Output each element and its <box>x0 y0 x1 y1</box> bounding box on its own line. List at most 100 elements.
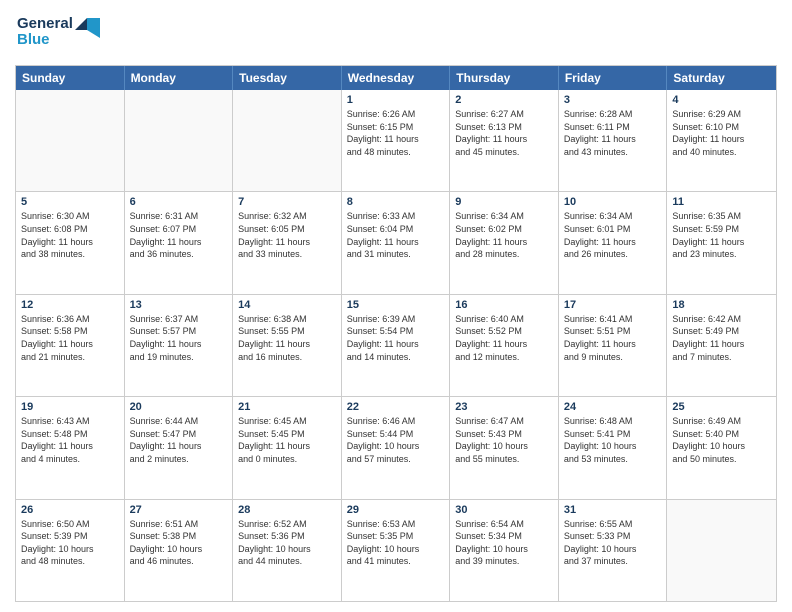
day-cell-2: 2Sunrise: 6:27 AM Sunset: 6:13 PM Daylig… <box>450 90 559 191</box>
logo: General Blue <box>15 10 105 57</box>
day-number: 8 <box>347 196 445 208</box>
day-number: 24 <box>564 401 662 413</box>
day-info: Sunrise: 6:33 AM Sunset: 6:04 PM Dayligh… <box>347 210 445 260</box>
day-info: Sunrise: 6:45 AM Sunset: 5:45 PM Dayligh… <box>238 415 336 465</box>
svg-text:General: General <box>17 15 73 32</box>
header-day-sunday: Sunday <box>16 66 125 90</box>
day-info: Sunrise: 6:44 AM Sunset: 5:47 PM Dayligh… <box>130 415 228 465</box>
day-cell-26: 26 Sunrise: 6:50 AM Sunset: 5:39 PM Dayli… <box>16 500 125 601</box>
calendar-body: 1Sunrise: 6:26 AM Sunset: 6:15 PM Daylig… <box>16 90 776 601</box>
day-info: Sunrise: 6:42 AM Sunset: 5:49 PM Dayligh… <box>672 313 771 363</box>
day-number: 21 <box>238 401 336 413</box>
day-cell-27: 27 Sunrise: 6:51 AM Sunset: 5:38 PM Dayli… <box>125 500 234 601</box>
day-info: Sunrise: 6:46 AM Sunset: 5:44 PM Dayligh… <box>347 415 445 465</box>
day-info: Sunrise: 6:52 AM Sunset: 5:36 PM Dayligh… <box>238 518 336 568</box>
day-number: 29 <box>347 504 445 516</box>
calendar: SundayMondayTuesdayWednesdayThursdayFrid… <box>15 65 777 602</box>
day-number: 23 <box>455 401 553 413</box>
svg-text:Blue: Blue <box>17 31 50 48</box>
day-number: 20 <box>130 401 228 413</box>
day-info: Sunrise: 6:54 AM Sunset: 5:34 PM Dayligh… <box>455 518 553 568</box>
day-number: 18 <box>672 299 771 311</box>
calendar-row-2: 5Sunrise: 6:30 AM Sunset: 6:08 PM Daylig… <box>16 191 776 293</box>
day-number: 27 <box>130 504 228 516</box>
day-cell-29: 29 Sunrise: 6:53 AM Sunset: 5:35 PM Dayli… <box>342 500 451 601</box>
day-number: 7 <box>238 196 336 208</box>
day-number: 10 <box>564 196 662 208</box>
day-number: 11 <box>672 196 771 208</box>
day-number: 30 <box>455 504 553 516</box>
day-number: 28 <box>238 504 336 516</box>
header-day-friday: Friday <box>559 66 668 90</box>
header: General Blue <box>15 10 777 57</box>
day-cell-30: 30 Sunrise: 6:54 AM Sunset: 5:34 PM Dayli… <box>450 500 559 601</box>
day-info: Sunrise: 6:41 AM Sunset: 5:51 PM Dayligh… <box>564 313 662 363</box>
calendar-header: SundayMondayTuesdayWednesdayThursdayFrid… <box>16 66 776 90</box>
day-cell-28: 28 Sunrise: 6:52 AM Sunset: 5:36 PM Dayli… <box>233 500 342 601</box>
empty-cell-r0c2 <box>233 90 342 191</box>
calendar-row-3: 12Sunrise: 6:36 AM Sunset: 5:58 PM Dayli… <box>16 294 776 396</box>
day-cell-12: 12Sunrise: 6:36 AM Sunset: 5:58 PM Dayli… <box>16 295 125 396</box>
day-info: Sunrise: 6:29 AM Sunset: 6:10 PM Dayligh… <box>672 108 771 158</box>
day-number: 1 <box>347 94 445 106</box>
calendar-row-1: 1Sunrise: 6:26 AM Sunset: 6:15 PM Daylig… <box>16 90 776 191</box>
day-info: Sunrise: 6:40 AM Sunset: 5:52 PM Dayligh… <box>455 313 553 363</box>
day-cell-4: 4Sunrise: 6:29 AM Sunset: 6:10 PM Daylig… <box>667 90 776 191</box>
day-cell-14: 14 Sunrise: 6:38 AM Sunset: 5:55 PM Dayli… <box>233 295 342 396</box>
day-info: Sunrise: 6:49 AM Sunset: 5:40 PM Dayligh… <box>672 415 771 465</box>
day-info: Sunrise: 6:32 AM Sunset: 6:05 PM Dayligh… <box>238 210 336 260</box>
day-number: 26 <box>21 504 119 516</box>
day-info: Sunrise: 6:34 AM Sunset: 6:01 PM Dayligh… <box>564 210 662 260</box>
day-cell-20: 20 Sunrise: 6:44 AM Sunset: 5:47 PM Dayli… <box>125 397 234 498</box>
day-info: Sunrise: 6:51 AM Sunset: 5:38 PM Dayligh… <box>130 518 228 568</box>
day-number: 5 <box>21 196 119 208</box>
day-cell-1: 1Sunrise: 6:26 AM Sunset: 6:15 PM Daylig… <box>342 90 451 191</box>
day-number: 9 <box>455 196 553 208</box>
empty-cell-r4c6 <box>667 500 776 601</box>
day-info: Sunrise: 6:38 AM Sunset: 5:55 PM Dayligh… <box>238 313 336 363</box>
day-number: 16 <box>455 299 553 311</box>
day-info: Sunrise: 6:27 AM Sunset: 6:13 PM Dayligh… <box>455 108 553 158</box>
day-number: 6 <box>130 196 228 208</box>
day-number: 19 <box>21 401 119 413</box>
day-cell-11: 11 Sunrise: 6:35 AM Sunset: 5:59 PM Dayli… <box>667 192 776 293</box>
day-cell-5: 5Sunrise: 6:30 AM Sunset: 6:08 PM Daylig… <box>16 192 125 293</box>
day-cell-17: 17Sunrise: 6:41 AM Sunset: 5:51 PM Dayli… <box>559 295 668 396</box>
day-cell-8: 8 Sunrise: 6:33 AM Sunset: 6:04 PM Daylig… <box>342 192 451 293</box>
day-number: 25 <box>672 401 771 413</box>
day-cell-6: 6Sunrise: 6:31 AM Sunset: 6:07 PM Daylig… <box>125 192 234 293</box>
day-number: 15 <box>347 299 445 311</box>
page-container: General Blue SundayMondayTuesdayWednesda… <box>0 0 792 612</box>
day-cell-18: 18 Sunrise: 6:42 AM Sunset: 5:49 PM Dayli… <box>667 295 776 396</box>
day-info: Sunrise: 6:47 AM Sunset: 5:43 PM Dayligh… <box>455 415 553 465</box>
day-cell-31: 31 Sunrise: 6:55 AM Sunset: 5:33 PM Dayli… <box>559 500 668 601</box>
day-info: Sunrise: 6:48 AM Sunset: 5:41 PM Dayligh… <box>564 415 662 465</box>
day-cell-7: 7 Sunrise: 6:32 AM Sunset: 6:05 PM Daylig… <box>233 192 342 293</box>
header-day-wednesday: Wednesday <box>342 66 451 90</box>
day-cell-19: 19Sunrise: 6:43 AM Sunset: 5:48 PM Dayli… <box>16 397 125 498</box>
calendar-row-5: 26 Sunrise: 6:50 AM Sunset: 5:39 PM Dayli… <box>16 499 776 601</box>
day-info: Sunrise: 6:35 AM Sunset: 5:59 PM Dayligh… <box>672 210 771 260</box>
day-info: Sunrise: 6:53 AM Sunset: 5:35 PM Dayligh… <box>347 518 445 568</box>
day-cell-25: 25 Sunrise: 6:49 AM Sunset: 5:40 PM Dayli… <box>667 397 776 498</box>
day-number: 13 <box>130 299 228 311</box>
day-cell-3: 3Sunrise: 6:28 AM Sunset: 6:11 PM Daylig… <box>559 90 668 191</box>
day-number: 14 <box>238 299 336 311</box>
day-number: 3 <box>564 94 662 106</box>
header-day-saturday: Saturday <box>667 66 776 90</box>
day-number: 22 <box>347 401 445 413</box>
day-info: Sunrise: 6:37 AM Sunset: 5:57 PM Dayligh… <box>130 313 228 363</box>
empty-cell-r0c0 <box>16 90 125 191</box>
day-cell-13: 13 Sunrise: 6:37 AM Sunset: 5:57 PM Dayli… <box>125 295 234 396</box>
day-info: Sunrise: 6:39 AM Sunset: 5:54 PM Dayligh… <box>347 313 445 363</box>
day-info: Sunrise: 6:55 AM Sunset: 5:33 PM Dayligh… <box>564 518 662 568</box>
day-cell-10: 10 Sunrise: 6:34 AM Sunset: 6:01 PM Dayli… <box>559 192 668 293</box>
logo-svg: General Blue <box>15 10 105 52</box>
calendar-row-4: 19Sunrise: 6:43 AM Sunset: 5:48 PM Dayli… <box>16 396 776 498</box>
header-day-thursday: Thursday <box>450 66 559 90</box>
day-number: 31 <box>564 504 662 516</box>
day-cell-23: 23 Sunrise: 6:47 AM Sunset: 5:43 PM Dayli… <box>450 397 559 498</box>
day-info: Sunrise: 6:50 AM Sunset: 5:39 PM Dayligh… <box>21 518 119 568</box>
header-day-monday: Monday <box>125 66 234 90</box>
day-cell-9: 9Sunrise: 6:34 AM Sunset: 6:02 PM Daylig… <box>450 192 559 293</box>
